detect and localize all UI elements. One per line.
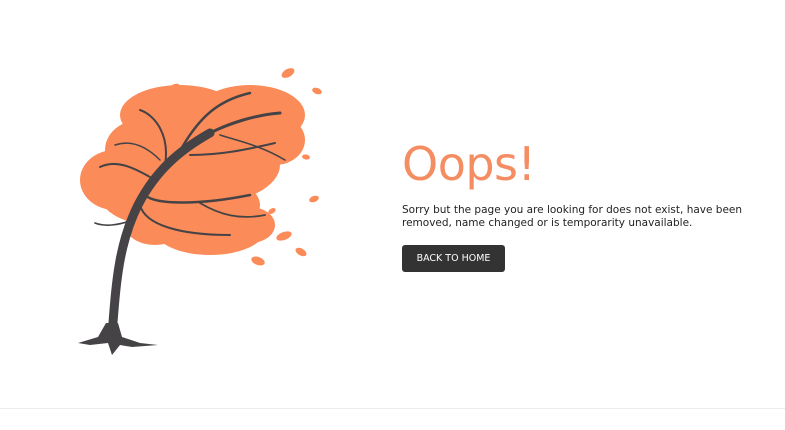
error-content: Oops! Sorry but the page you are looking… [402, 136, 772, 272]
windblown-tree-illustration [60, 55, 330, 355]
error-page: Oops! Sorry but the page you are looking… [0, 0, 785, 430]
back-to-home-button[interactable]: BACK TO HOME [402, 245, 505, 272]
tree-roots [78, 323, 158, 355]
error-title: Oops! [402, 137, 536, 191]
tree-foliage [80, 85, 305, 255]
footer-divider [0, 408, 785, 409]
error-message: Sorry but the page you are looking for d… [402, 204, 743, 229]
